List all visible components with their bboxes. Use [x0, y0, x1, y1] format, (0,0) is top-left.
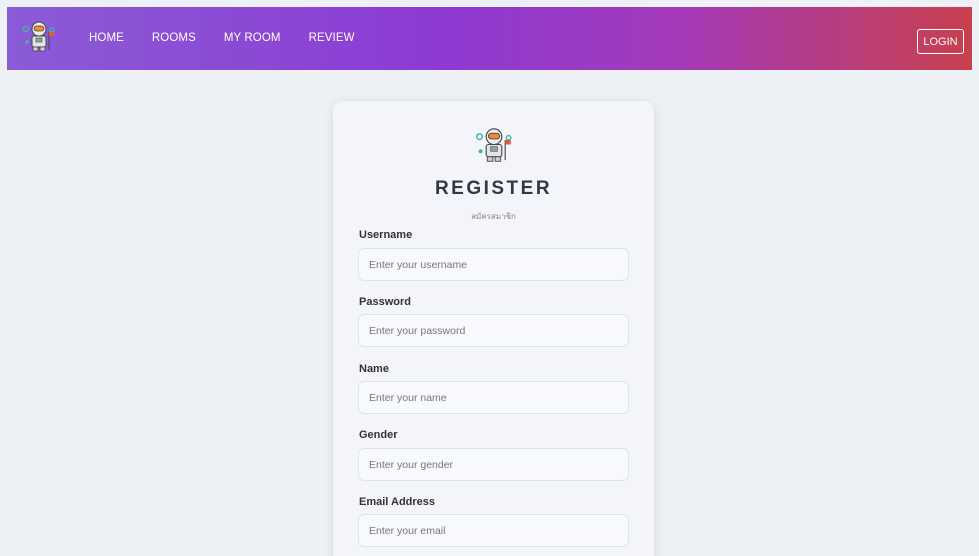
email-input[interactable]	[358, 514, 629, 547]
gender-label: Gender	[359, 429, 398, 441]
register-title: REGISTER	[434, 178, 553, 199]
nav-link-home[interactable]: HOME	[89, 32, 124, 45]
nav-link-review[interactable]: REVIEW	[309, 32, 355, 45]
register-card: REGISTER สมัครสมาชิก Username Password N…	[333, 101, 654, 556]
email-label: Email Address	[359, 496, 436, 508]
nav-links: HOME ROOMS MY ROOM REVIEW	[89, 7, 383, 70]
astronaut-logo-icon[interactable]	[22, 20, 56, 52]
astronaut-icon	[475, 128, 512, 162]
name-label: Name	[359, 363, 389, 375]
username-label: Username	[359, 229, 413, 241]
top-navbar: HOME ROOMS MY ROOM REVIEW LOGIN	[7, 7, 972, 70]
nav-link-my-room[interactable]: MY ROOM	[224, 32, 281, 45]
password-input[interactable]	[358, 314, 629, 347]
password-label: Password	[359, 296, 411, 308]
gender-input[interactable]	[358, 448, 629, 481]
username-input[interactable]	[358, 248, 629, 281]
page: HOME ROOMS MY ROOM REVIEW LOGIN REGISTER…	[0, 0, 979, 556]
login-button[interactable]: LOGIN	[917, 29, 964, 54]
nav-link-rooms[interactable]: ROOMS	[152, 32, 196, 45]
name-input[interactable]	[358, 381, 629, 414]
register-subtitle: สมัครสมาชิก	[471, 212, 516, 221]
